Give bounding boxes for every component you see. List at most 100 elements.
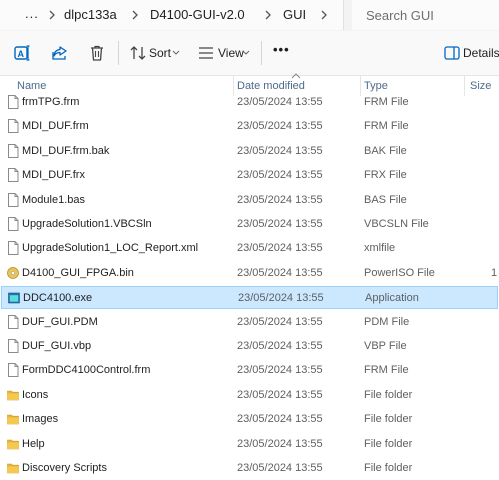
chevron-down-icon bbox=[172, 50, 180, 55]
file-icon bbox=[7, 363, 19, 378]
file-icon bbox=[7, 339, 19, 353]
command-bar: A Sort View ••• Details bbox=[0, 31, 499, 76]
file-type: PowerISO File bbox=[364, 266, 435, 279]
file-type: FRX File bbox=[364, 169, 407, 182]
address-bar: ... dlpc133a D4100-GUI-v2.0 GUI bbox=[0, 0, 499, 32]
file-date-modified: 23/05/2024 13:55 bbox=[237, 462, 323, 474]
more-options-button[interactable]: ••• bbox=[273, 42, 290, 57]
file-date-modified: 23/05/2024 13:55 bbox=[237, 96, 323, 108]
application-icon bbox=[8, 291, 20, 305]
file-type: VBP File bbox=[364, 340, 407, 352]
file-icon bbox=[7, 217, 19, 231]
file-row[interactable]: DUF_GUI.vbp 23/05/2024 13:55 VBP File bbox=[0, 335, 499, 358]
folder-icon bbox=[7, 461, 19, 475]
file-name: Images bbox=[22, 413, 59, 426]
file-row[interactable]: DUF_GUI.PDM 23/05/2024 13:55 PDM File bbox=[0, 311, 499, 334]
file-row[interactable]: Icons 23/05/2024 13:55 File folder bbox=[0, 384, 499, 407]
file-type: File folder bbox=[364, 388, 413, 401]
file-row[interactable]: DDC4100.exe 23/05/2024 13:55 Application bbox=[1, 286, 498, 310]
file-icon bbox=[7, 143, 19, 158]
share-icon[interactable] bbox=[50, 43, 70, 63]
file-name: Icons bbox=[22, 388, 49, 401]
breadcrumb-overflow[interactable]: ... bbox=[25, 6, 39, 21]
disc-image-icon bbox=[7, 266, 19, 280]
file-row[interactable]: Help 23/05/2024 13:55 File folder bbox=[0, 433, 499, 456]
file-row[interactable]: frmTPG.frm 23/05/2024 13:55 FRM File bbox=[0, 91, 499, 114]
file-row[interactable]: Module1.bas 23/05/2024 13:55 BAS File bbox=[0, 189, 499, 212]
file-type: BAS File bbox=[364, 193, 407, 206]
file-name: UpgradeSolution1_LOC_Report.xml bbox=[22, 242, 199, 255]
file-type: File folder bbox=[364, 413, 413, 426]
file-type: BAK File bbox=[364, 144, 407, 157]
file-type: FRM File bbox=[364, 96, 409, 108]
file-date-modified: 23/05/2024 13:55 bbox=[237, 315, 323, 328]
file-date-modified: 23/05/2024 13:55 bbox=[237, 437, 323, 450]
file-date-modified: 23/05/2024 13:55 bbox=[237, 266, 323, 279]
toolbar-divider bbox=[118, 41, 119, 65]
file-row[interactable]: MDI_DUF.frx 23/05/2024 13:55 FRX File bbox=[0, 164, 499, 187]
view-button[interactable]: View bbox=[194, 31, 254, 75]
chevron-right-icon bbox=[132, 10, 138, 20]
file-name: MDI_DUF.frx bbox=[22, 169, 85, 182]
sort-label: Sort bbox=[149, 46, 172, 60]
folder-icon bbox=[7, 388, 19, 402]
breadcrumb[interactable]: ... dlpc133a D4100-GUI-v2.0 GUI bbox=[0, 0, 344, 30]
file-name: MDI_DUF.frm.bak bbox=[22, 144, 110, 157]
file-type: FRM File bbox=[364, 364, 409, 377]
search-input[interactable] bbox=[364, 4, 498, 26]
file-icon bbox=[7, 314, 19, 329]
file-date-modified: 23/05/2024 13:55 bbox=[237, 169, 323, 182]
file-row[interactable]: UpgradeSolution1.VBCSln 23/05/2024 13:55 V… bbox=[0, 213, 499, 236]
sort-ascending-icon bbox=[291, 73, 301, 79]
file-name: DUF_GUI.PDM bbox=[22, 315, 98, 328]
breadcrumb-item-d4100-gui[interactable]: D4100-GUI-v2.0 bbox=[150, 7, 245, 22]
delete-icon[interactable] bbox=[87, 43, 107, 63]
file-name: D4100_GUI_FPGA.bin bbox=[22, 266, 134, 279]
file-name: UpgradeSolution1.VBCSln bbox=[22, 218, 152, 230]
view-label: View bbox=[218, 46, 244, 60]
details-pane-icon bbox=[444, 46, 460, 60]
details-label: Details bbox=[463, 46, 499, 60]
folder-icon bbox=[7, 437, 19, 451]
file-type: xmlfile bbox=[364, 242, 396, 255]
file-date-modified: 23/05/2024 13:55 bbox=[237, 413, 323, 426]
rename-icon[interactable]: A bbox=[12, 43, 32, 63]
file-type: File folder bbox=[364, 437, 413, 450]
chevron-right-icon bbox=[49, 10, 55, 20]
file-date-modified: 23/05/2024 13:55 bbox=[237, 144, 323, 157]
file-row[interactable]: Images 23/05/2024 13:55 File folder bbox=[0, 408, 499, 431]
file-row[interactable]: MDI_DUF.frm.bak 23/05/2024 13:55 BAK File bbox=[0, 140, 499, 163]
breadcrumb-item-dlpc133a[interactable]: dlpc133a bbox=[64, 7, 117, 22]
file-type: File folder bbox=[364, 462, 413, 474]
file-name: Module1.bas bbox=[22, 193, 85, 206]
toolbar-divider bbox=[261, 41, 262, 65]
file-date-modified: 23/05/2024 13:55 bbox=[237, 242, 323, 255]
details-pane-button[interactable]: Details bbox=[440, 31, 499, 75]
file-name: Discovery Scripts bbox=[22, 462, 107, 474]
file-row[interactable]: Discovery Scripts 23/05/2024 13:55 File fo… bbox=[0, 457, 499, 480]
file-date-modified: 23/05/2024 13:55 bbox=[237, 388, 323, 401]
file-type: Application bbox=[365, 292, 419, 305]
file-icon bbox=[7, 119, 19, 134]
search-box[interactable] bbox=[352, 0, 499, 30]
sort-button[interactable]: Sort bbox=[126, 31, 184, 75]
file-icon bbox=[7, 192, 19, 207]
file-date-modified: 23/05/2024 13:55 bbox=[237, 120, 323, 133]
breadcrumb-item-gui[interactable]: GUI bbox=[283, 7, 306, 22]
file-row[interactable]: FormDDC4100Control.frm 23/05/2024 13:55 FR… bbox=[0, 359, 499, 382]
sort-icon bbox=[130, 46, 146, 60]
chevron-right-icon[interactable] bbox=[318, 8, 330, 22]
file-row[interactable]: UpgradeSolution1_LOC_Report.xml 23/05/202… bbox=[0, 237, 499, 260]
file-type: FRM File bbox=[364, 120, 409, 133]
file-type: PDM File bbox=[364, 315, 410, 328]
file-icon bbox=[7, 241, 19, 256]
file-row[interactable]: D4100_GUI_FPGA.bin 23/05/2024 13:55 PowerI… bbox=[0, 262, 499, 285]
file-name: FormDDC4100Control.frm bbox=[22, 364, 151, 377]
view-icon bbox=[199, 47, 213, 59]
folder-icon bbox=[7, 412, 19, 426]
chevron-down-icon bbox=[242, 50, 250, 55]
file-name: frmTPG.frm bbox=[22, 96, 80, 108]
file-row[interactable]: MDI_DUF.frm 23/05/2024 13:55 FRM File bbox=[0, 115, 499, 138]
file-size: 1 bbox=[491, 266, 498, 279]
file-name: DUF_GUI.vbp bbox=[22, 340, 92, 352]
